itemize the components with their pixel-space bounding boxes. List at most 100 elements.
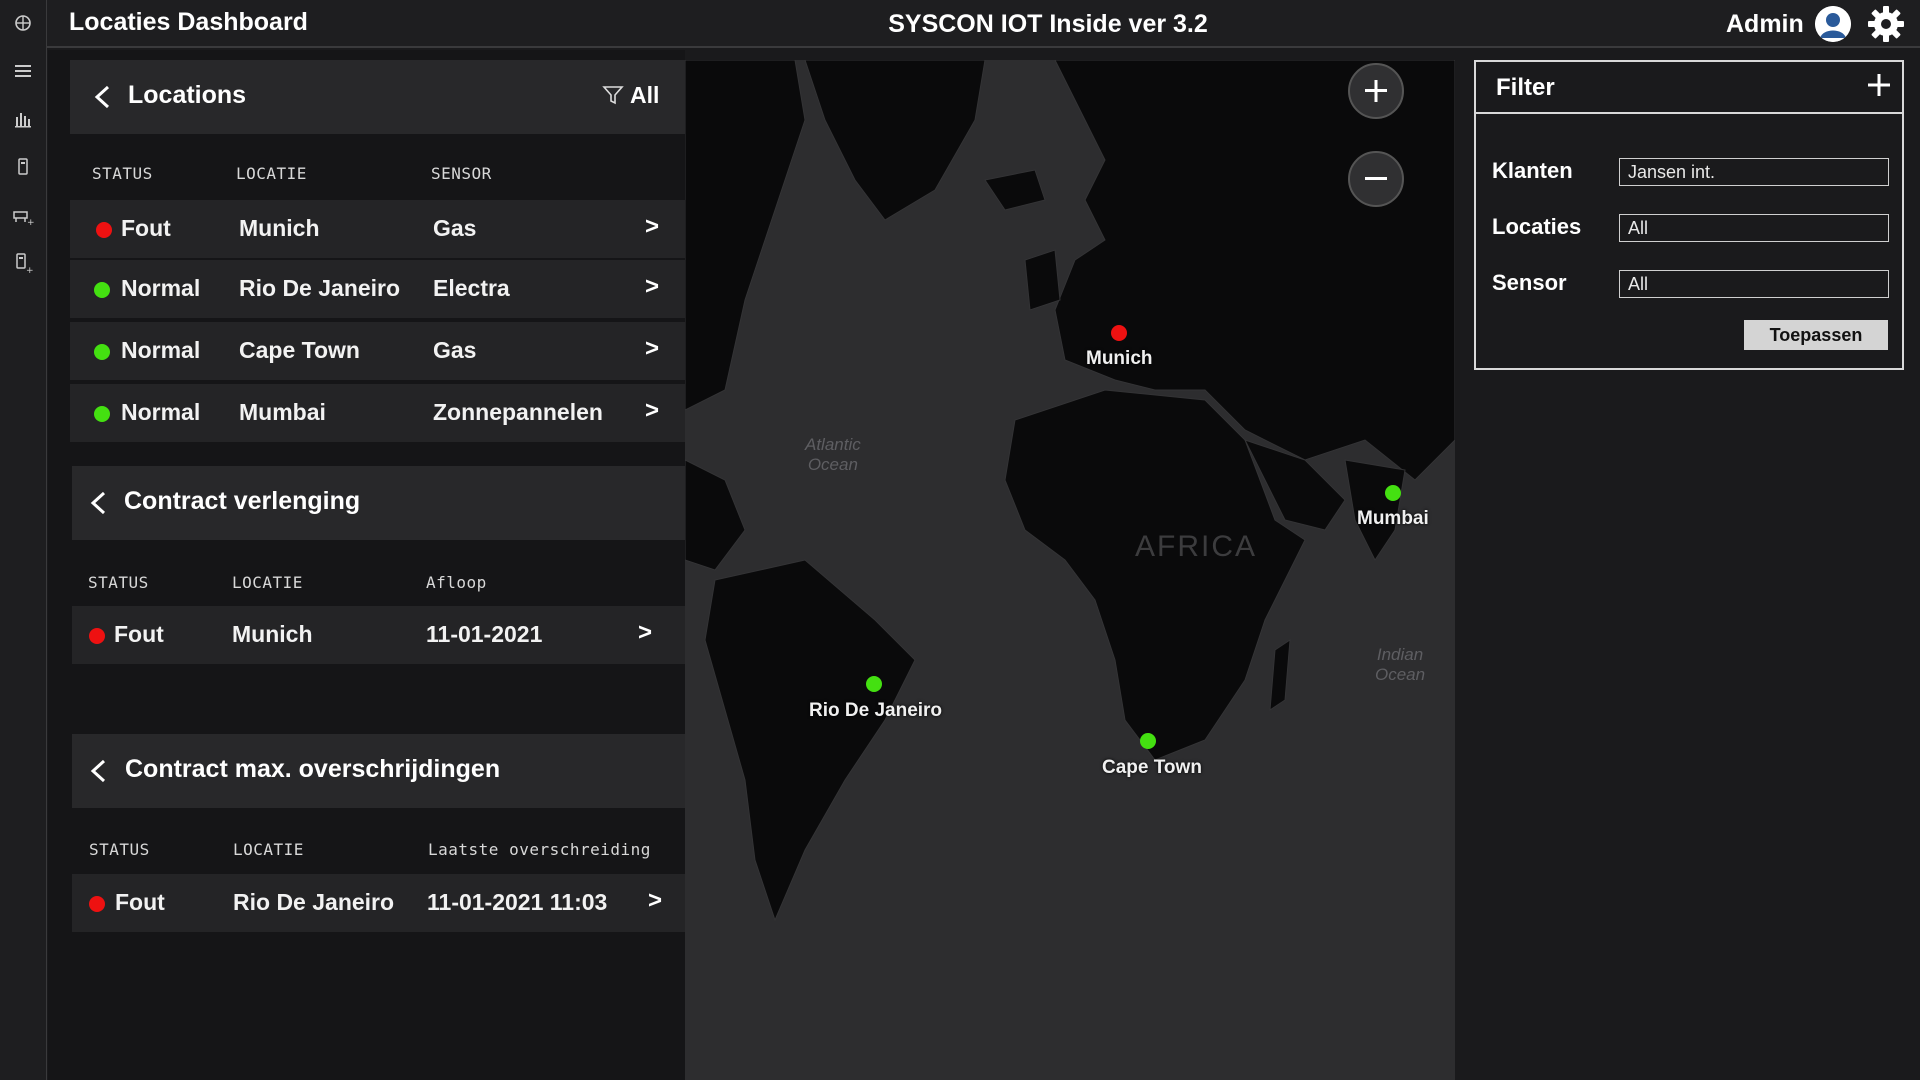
status-dot-error — [96, 222, 112, 238]
bar-chart-icon[interactable] — [12, 108, 34, 130]
table-row[interactable]: Normal Mumbai Zonnepannelen > — [70, 384, 685, 442]
column-header-status: STATUS — [89, 840, 150, 859]
locaties-label: Locaties — [1492, 214, 1582, 239]
status-text: Normal — [121, 399, 201, 425]
map-marker-capetown[interactable] — [1140, 733, 1156, 749]
map-marker-munich[interactable] — [1111, 325, 1127, 341]
sensor-cell: Gas — [433, 215, 477, 241]
klanten-input[interactable] — [1619, 158, 1889, 186]
map-landmass — [685, 60, 1455, 922]
sensor-cell: Electra — [433, 275, 510, 301]
table-row[interactable]: Fout Munich 11-01-2021 > — [72, 606, 685, 664]
status-dot-ok — [94, 282, 110, 298]
column-header-locatie: LOCATIE — [233, 840, 304, 859]
menu-icon[interactable] — [12, 60, 34, 82]
status-dot-error — [89, 896, 105, 912]
plus-icon — [1365, 80, 1387, 102]
continent-label: AFRICA — [1135, 530, 1258, 563]
add-device-icon[interactable]: + — [12, 252, 34, 276]
map-marker-rio[interactable] — [866, 676, 882, 692]
plus-icon[interactable] — [1866, 72, 1892, 98]
ocean-label-line: Indian — [1376, 645, 1424, 664]
column-header-locatie: LOCATIE — [236, 164, 307, 183]
sensor-cell: Gas — [433, 337, 477, 363]
status-dot-ok — [94, 344, 110, 360]
marker-label: Rio De Janeiro — [809, 700, 943, 721]
status-text: Fout — [114, 621, 164, 647]
locations-header: Locations All — [70, 60, 685, 134]
apply-button[interactable]: Toepassen — [1744, 320, 1888, 350]
laatste-cell: 11-01-2021 11:03 — [427, 889, 608, 915]
back-chevron-icon[interactable] — [88, 490, 110, 516]
filter-header: Filter — [1476, 62, 1902, 114]
add-asset-icon[interactable]: + — [12, 204, 35, 228]
zoom-out-button[interactable] — [1348, 151, 1404, 207]
sensor-input[interactable] — [1619, 270, 1889, 298]
locatie-cell: Cape Town — [239, 337, 360, 363]
sensor-label: Sensor — [1492, 270, 1567, 295]
row-arrow[interactable]: > — [645, 273, 659, 301]
column-header-status: STATUS — [88, 573, 149, 592]
contract-verlenging-header: Contract verlenging — [72, 466, 685, 540]
globe-icon[interactable] — [12, 12, 34, 34]
avatar-icon[interactable] — [1815, 6, 1851, 42]
row-arrow[interactable]: > — [645, 213, 659, 241]
row-arrow[interactable]: > — [648, 887, 662, 915]
column-header-status: STATUS — [92, 164, 153, 183]
column-header-laatste: Laatste overschreiding — [428, 840, 651, 859]
ocean-label-line: Ocean — [807, 455, 858, 474]
locatie-cell: Mumbai — [239, 399, 326, 425]
ocean-label-line: Atlantic — [805, 435, 861, 454]
world-map[interactable]: Atlantic Ocean Indian Ocean AFRICA Munic… — [685, 60, 1455, 1080]
marker-label: Cape Town — [1102, 757, 1202, 778]
row-arrow[interactable]: > — [645, 397, 659, 425]
contract-max-title: Contract max. overschrijdingen — [125, 755, 501, 783]
status-text: Fout — [115, 889, 165, 915]
filter-panel: Filter Klanten Locaties Sensor Toepassen — [1474, 60, 1904, 370]
minus-icon — [1365, 177, 1387, 180]
column-header-afloop: Afloop — [426, 573, 487, 592]
table-row[interactable]: Normal Rio De Janeiro Electra > — [70, 260, 685, 318]
locatie-cell: Munich — [232, 621, 313, 647]
map-marker-mumbai[interactable] — [1385, 485, 1401, 501]
contract-verlenging-title: Contract verlenging — [124, 487, 361, 515]
ocean-label: Indian Ocean — [1375, 645, 1425, 685]
status-text: Normal — [121, 275, 201, 301]
user-name[interactable]: Admin — [1726, 10, 1804, 39]
filter-title: Filter — [1496, 74, 1555, 101]
status-text: Fout — [121, 215, 171, 241]
column-header-sensor: SENSOR — [431, 164, 492, 183]
settings-gear-icon[interactable] — [1866, 4, 1906, 44]
back-chevron-icon[interactable] — [88, 758, 110, 784]
device-icon[interactable] — [12, 156, 34, 178]
svg-text:+: + — [27, 218, 34, 226]
table-row[interactable]: Fout Munich Gas > — [70, 200, 685, 258]
locatie-cell: Munich — [239, 215, 320, 241]
ocean-label-line: Ocean — [1375, 665, 1426, 684]
product-title: SYSCON IOT Inside ver 3.2 — [888, 10, 1208, 38]
afloop-cell: 11-01-2021 — [426, 621, 543, 647]
locatie-cell: Rio De Janeiro — [233, 889, 395, 915]
marker-label: Munich — [1086, 348, 1153, 369]
filter-funnel-icon[interactable] — [602, 84, 624, 106]
table-row[interactable]: Normal Cape Town Gas > — [70, 322, 685, 380]
locations-title: Locations — [128, 81, 247, 109]
status-text: Normal — [121, 337, 201, 363]
locaties-input[interactable] — [1619, 214, 1889, 242]
marker-label: Mumbai — [1357, 508, 1429, 529]
svg-text:+: + — [26, 266, 34, 274]
filter-all-label[interactable]: All — [630, 82, 659, 109]
row-arrow[interactable]: > — [645, 335, 659, 363]
zoom-in-button[interactable] — [1348, 63, 1404, 119]
column-header-locatie: LOCATIE — [232, 573, 303, 592]
status-dot-ok — [94, 406, 110, 422]
back-chevron-icon[interactable] — [92, 84, 114, 110]
table-row[interactable]: Fout Rio De Janeiro 11-01-2021 11:03 > — [72, 874, 685, 932]
locatie-cell: Rio De Janeiro — [239, 275, 401, 301]
sensor-cell: Zonnepannelen — [433, 399, 603, 425]
row-arrow[interactable]: > — [638, 619, 652, 647]
klanten-label: Klanten — [1492, 158, 1573, 183]
status-dot-error — [89, 628, 105, 644]
ocean-label: Atlantic Ocean — [805, 435, 861, 475]
contract-max-header: Contract max. overschrijdingen — [72, 734, 685, 808]
